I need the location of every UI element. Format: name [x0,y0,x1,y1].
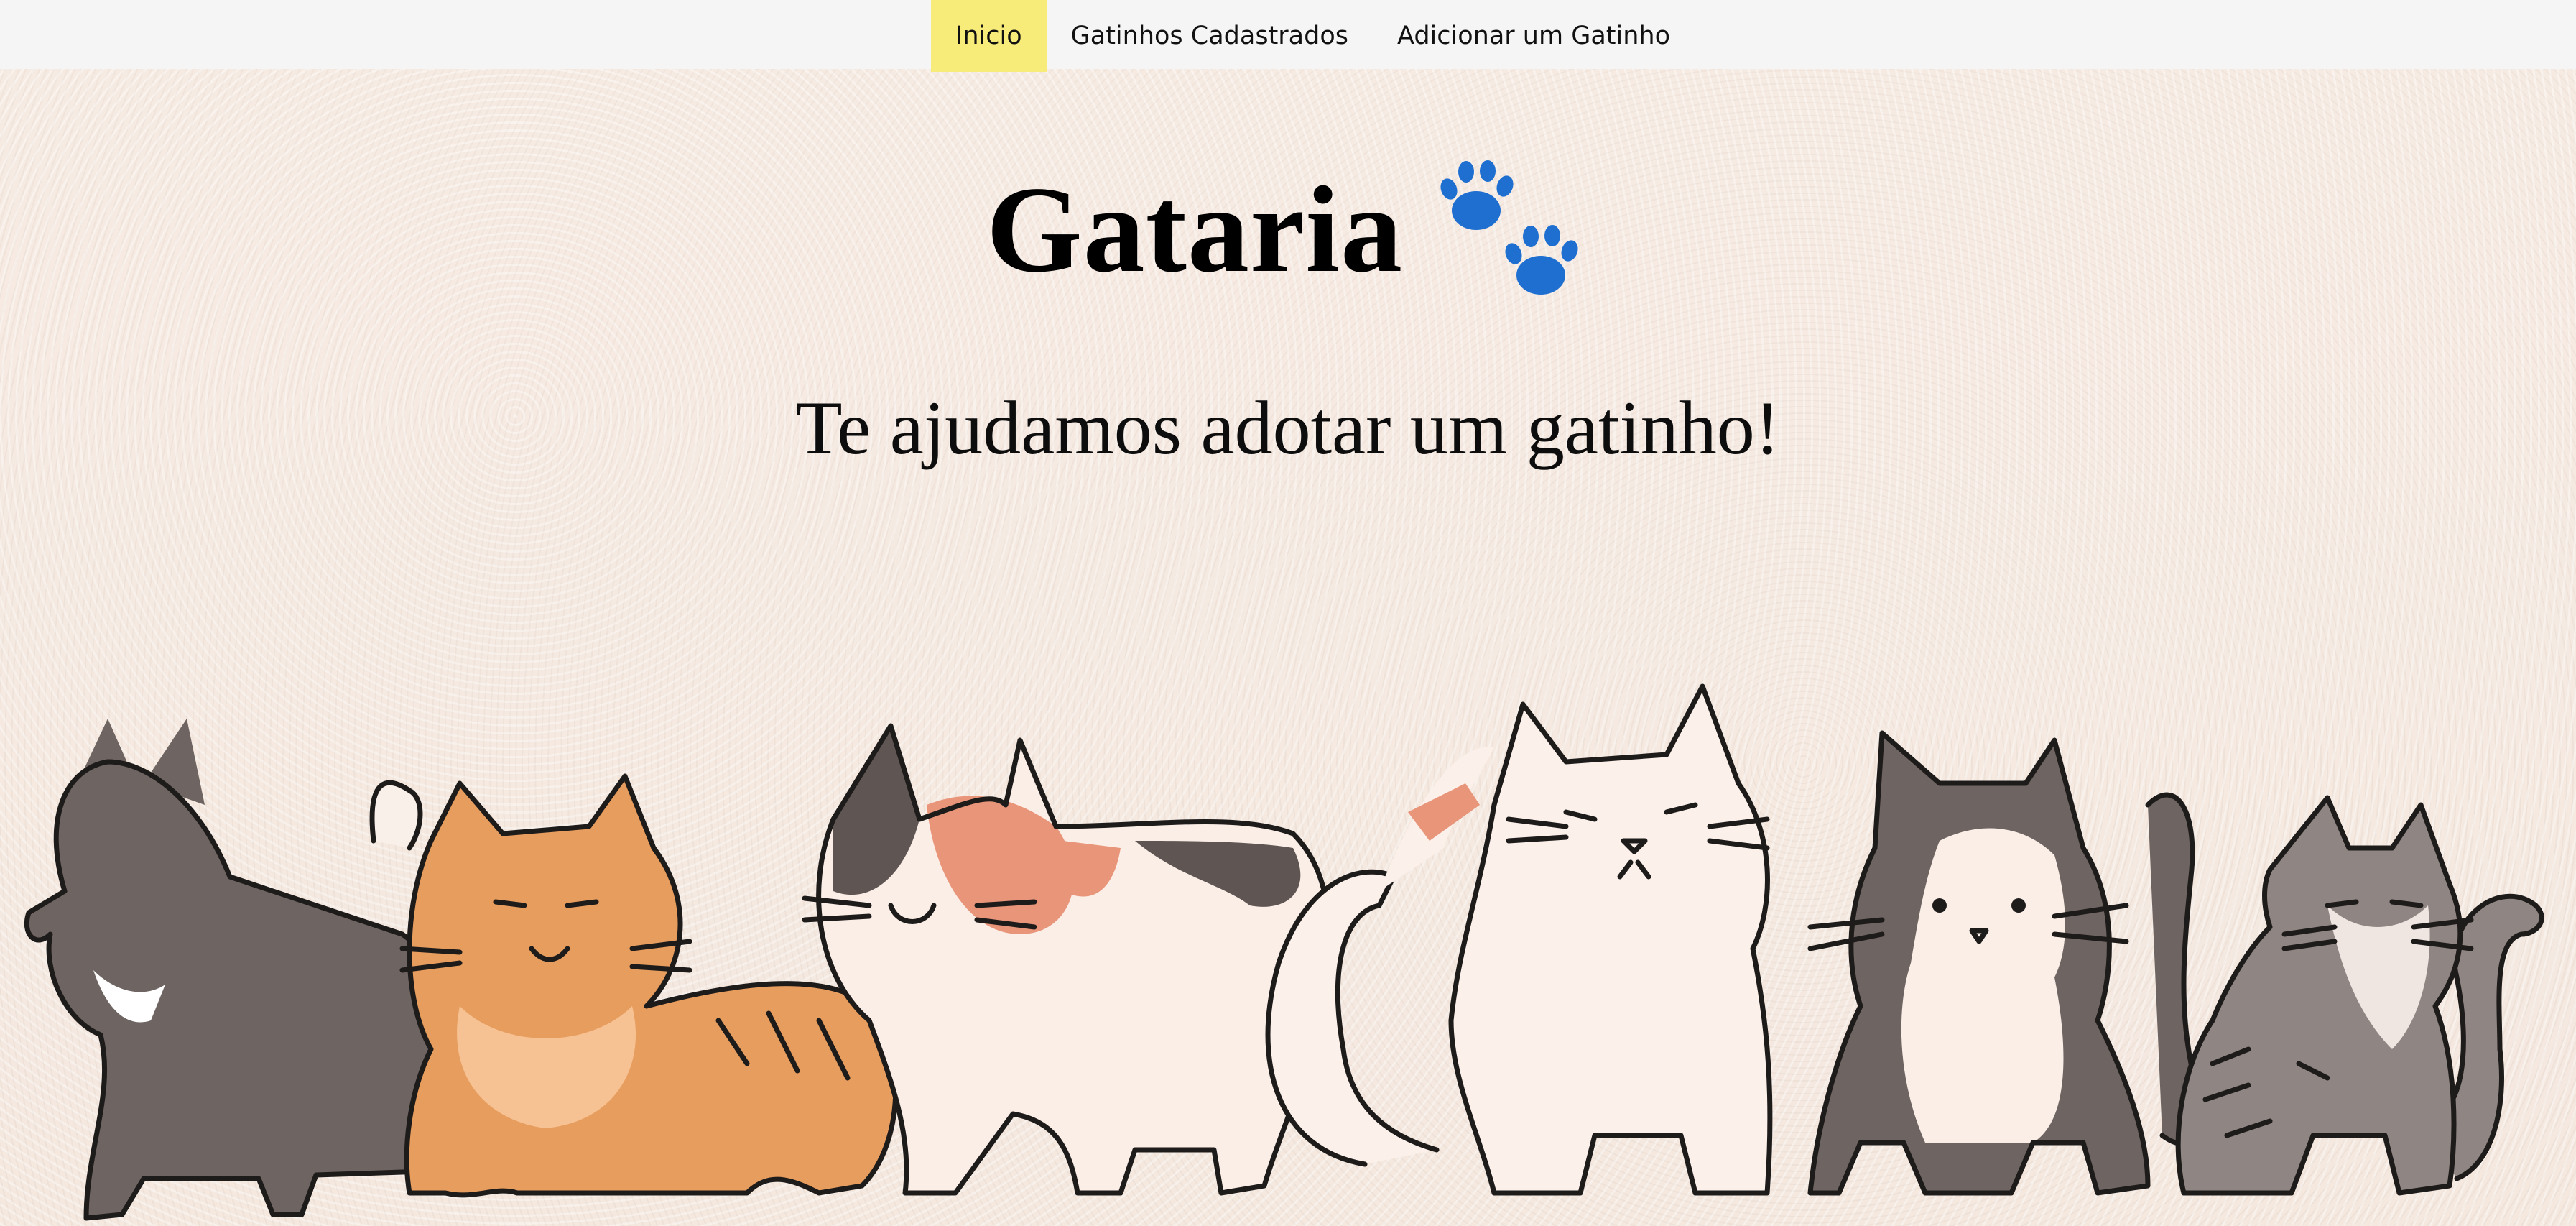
nav-item-inicio[interactable]: Inicio [931,0,1047,72]
nav-item-gatinhos-cadastrados[interactable]: Gatinhos Cadastrados [1047,0,1373,72]
nav-menu: Inicio Gatinhos Cadastrados Adicionar um… [931,0,1695,72]
white-cat [1265,683,1773,1196]
page-title: Gataria [986,161,1404,298]
hero-heading: Gataria [0,151,2576,309]
grey-tabby-cat [2175,795,2544,1196]
tagline: Te ajudamos adotar um gatinho! [795,386,1781,470]
cats-illustration [24,683,2544,1221]
orange-tabby-cat [369,773,899,1198]
tuxedo-cat [1807,730,2205,1196]
paw-prints-icon [1440,160,1578,295]
nav-item-adicionar-gatinho[interactable]: Adicionar um Gatinho [1373,0,1695,72]
top-navigation-bar: Inicio Gatinhos Cadastrados Adicionar um… [0,0,2576,72]
